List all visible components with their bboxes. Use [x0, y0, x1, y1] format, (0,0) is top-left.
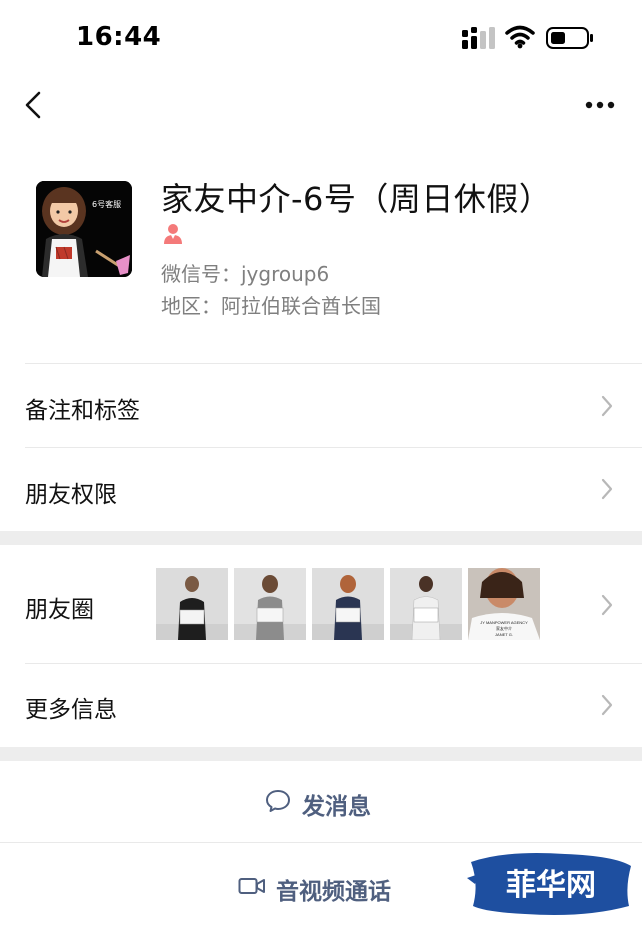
watermark-text: 菲华网	[506, 868, 596, 903]
video-call-label: 音视频通话	[276, 879, 391, 905]
profile-header: 6号客服 家友中介-6号（周日休假） 微信号：jygroup6 地区：阿拉伯联合…	[0, 160, 642, 360]
moments-thumbnail	[156, 568, 228, 640]
battery-icon	[546, 27, 593, 49]
moments-thumbnail	[390, 568, 462, 640]
send-message-button[interactable]: 发消息	[0, 761, 642, 842]
chevron-right-icon	[601, 694, 613, 716]
section-gap	[0, 747, 642, 761]
moments-thumbnail	[234, 568, 306, 640]
video-camera-icon	[238, 878, 265, 894]
photo-thumbnail-icon	[156, 568, 228, 640]
row-more-info-label: 更多信息	[25, 697, 117, 723]
nav-bar	[0, 78, 642, 132]
section-gap	[0, 531, 642, 545]
chat-bubble-icon	[266, 790, 290, 812]
moments-thumbnail: JY MANPOWER AGENCY 家友中介 JANET G.	[468, 568, 540, 640]
status-time: 16:44	[76, 22, 162, 52]
region: 地区：阿拉伯联合酋长国	[161, 294, 381, 318]
row-friend-permissions[interactable]: 朋友权限	[0, 448, 642, 531]
chevron-right-icon	[601, 395, 613, 417]
row-notes-tags-label: 备注和标签	[25, 398, 140, 424]
wechat-id: 微信号：jygroup6	[161, 262, 330, 286]
photo-thumbnail-icon	[234, 568, 306, 640]
chevron-right-icon	[601, 478, 613, 500]
send-message-label: 发消息	[302, 794, 371, 820]
photo-thumbnail-icon	[312, 568, 384, 640]
watermark-logo: 菲华网	[465, 848, 635, 920]
moments-caption: JANET G.	[495, 632, 513, 637]
wifi-icon	[505, 25, 535, 49]
photo-thumbnail-icon	[390, 568, 462, 640]
ellipsis-icon[interactable]	[585, 100, 615, 110]
row-more-info[interactable]: 更多信息	[0, 664, 642, 747]
status-bar: 16:44	[0, 0, 642, 78]
moments-caption: JY MANPOWER AGENCY	[480, 620, 528, 625]
row-moments-label: 朋友圈	[25, 597, 94, 623]
female-icon	[164, 224, 182, 244]
housemaid-avatar-icon	[36, 181, 132, 277]
row-friend-permissions-label: 朋友权限	[25, 482, 117, 508]
cellular-signal-icon	[462, 27, 495, 49]
watermark-brush-icon: 菲华网	[467, 853, 631, 915]
photo-thumbnail-icon: JY MANPOWER AGENCY 家友中介 JANET G.	[468, 568, 540, 640]
avatar[interactable]: 6号客服	[36, 181, 132, 277]
profile-name: 家友中介-6号（周日休假）	[161, 180, 552, 218]
chevron-right-icon	[601, 594, 613, 616]
row-notes-tags[interactable]: 备注和标签	[0, 364, 642, 447]
moments-thumbnail	[312, 568, 384, 640]
chevron-left-icon[interactable]	[22, 90, 44, 120]
avatar-tag: 6号客服	[92, 200, 122, 209]
moments-caption: 家友中介	[496, 625, 512, 631]
row-moments[interactable]: 朋友圈 JY MANPOWER AGENCY 家友中介 JANET G.	[0, 560, 642, 663]
